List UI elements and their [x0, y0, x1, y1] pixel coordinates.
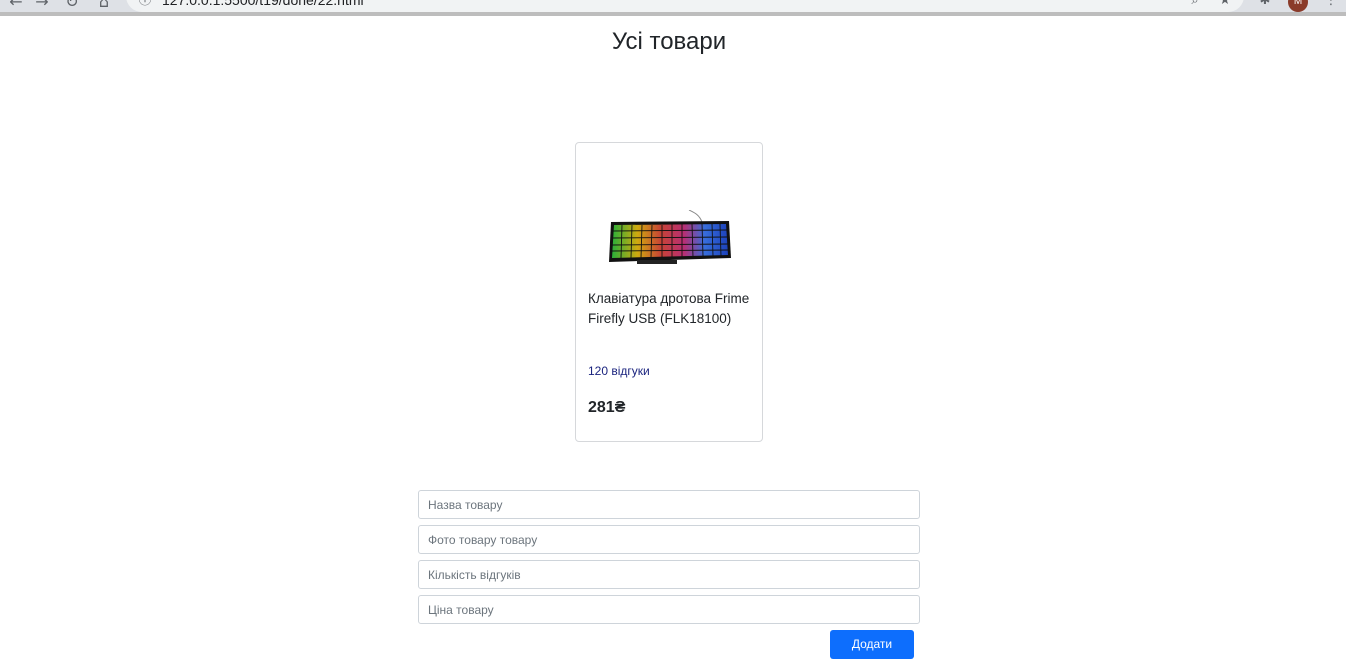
home-icon[interactable]: ⌂: [96, 0, 112, 10]
product-reviews[interactable]: 120 відгуки: [588, 364, 650, 378]
review-count-input[interactable]: [418, 560, 920, 589]
info-icon[interactable]: ⓘ: [138, 0, 152, 8]
product-price: 281₴: [588, 399, 626, 416]
product-card: Клавіатура дротова Frime Firefly USB (FL…: [575, 142, 763, 442]
page-title: Усі товари: [611, 28, 727, 55]
address-url[interactable]: 127.0.0.1:5500/t19/done/22.html: [162, 0, 364, 8]
zoom-icon[interactable]: ⌕: [1188, 0, 1202, 8]
product-name[interactable]: Клавіатура дротова Frime Firefly USB (FL…: [588, 289, 753, 329]
avatar[interactable]: М: [1288, 0, 1308, 12]
forward-arrow-icon[interactable]: →: [34, 0, 50, 10]
reload-icon[interactable]: ↻: [64, 0, 80, 10]
extensions-icon[interactable]: ✱: [1258, 0, 1272, 8]
browser-toolbar: ← → ↻ ⌂ ⓘ 127.0.0.1:5500/t19/done/22.htm…: [0, 0, 1346, 16]
product-name-input[interactable]: [418, 490, 920, 519]
product-photo-input[interactable]: [418, 525, 920, 554]
star-icon[interactable]: ★: [1218, 0, 1232, 8]
menu-icon[interactable]: ⋮: [1324, 0, 1338, 8]
product-price-input[interactable]: [418, 595, 920, 624]
toolbar-divider: [0, 12, 1346, 16]
back-arrow-icon[interactable]: ←: [8, 0, 24, 10]
keyboard-product-image: [609, 210, 731, 264]
add-product-button[interactable]: Додати: [830, 630, 914, 659]
